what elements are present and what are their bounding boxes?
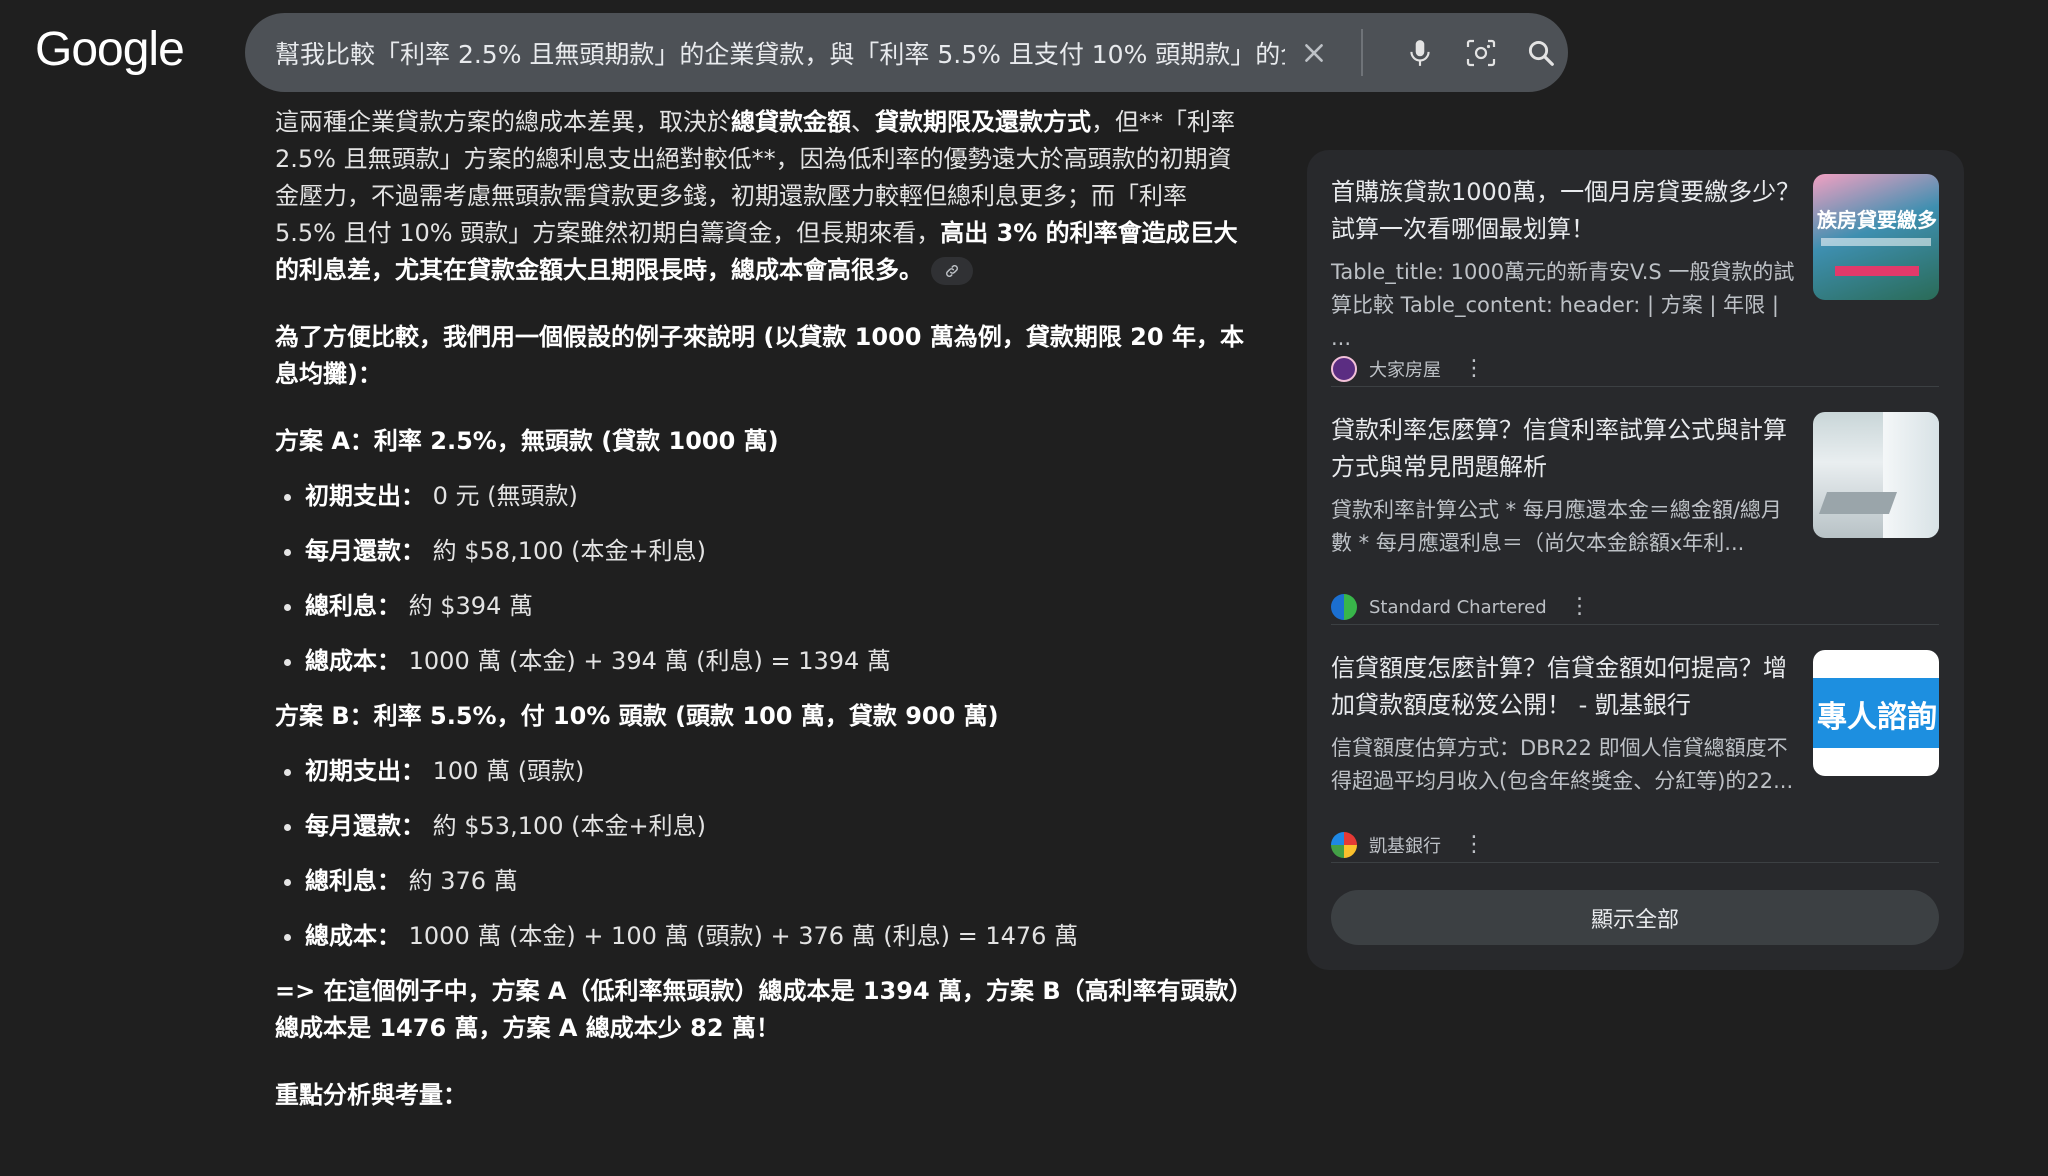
example-heading: 為了方便比較，我們用一個假設的例子來說明 (以貸款 1000 萬為例，貸款期限 … [275, 323, 1244, 388]
item-label: 總成本： [305, 647, 401, 675]
thumbnail-laptop [1818, 492, 1898, 514]
item-value: 約 $394 萬 [401, 592, 533, 620]
ai-overview: 這兩種企業貸款方案的總成本差異，取決於總貸款金額、貸款期限及還款方式，但**「利… [275, 104, 1245, 1114]
thumbnail-caption: 專人諮詢 [1817, 700, 1937, 735]
list-item: 每月還款： 約 $58,100 (本金+利息) [305, 533, 1245, 570]
sources-panel: 首購族貸款1000萬，一個月房貸要繳多少？試算一次看哪個最划算！ Table_t… [1307, 150, 1964, 970]
intro-text: 這兩種企業貸款方案的總成本差異，取決於 [275, 108, 731, 136]
intro-paragraph: 這兩種企業貸款方案的總成本差異，取決於總貸款金額、貸款期限及還款方式，但**「利… [275, 104, 1245, 289]
more-options-icon[interactable]: ⋮ [1463, 834, 1485, 856]
source-card-site[interactable]: 大家房屋 ⋮ [1331, 356, 1485, 382]
thumbnail-caption: 族房貸要繳多 [1817, 208, 1937, 232]
source-card-title[interactable]: 貸款利率怎麼算？信貸利率試算公式與計算方式與常見問題解析 [1331, 412, 1801, 486]
source-card[interactable]: 貸款利率怎麼算？信貸利率試算公式與計算方式與常見問題解析 貸款利率計算公式 * … [1331, 412, 1939, 632]
thumbnail-window [1883, 412, 1939, 538]
list-item: 初期支出： 0 元 (無頭款) [305, 478, 1245, 515]
plan-b-list: 初期支出： 100 萬 (頭款) 每月還款： 約 $53,100 (本金+利息)… [275, 753, 1245, 955]
lens-camera-icon[interactable] [1456, 13, 1506, 92]
item-value: 1000 萬 (本金) + 394 萬 (利息) = 1394 萬 [401, 647, 891, 675]
item-value: 0 元 (無頭款) [425, 482, 578, 510]
thumbnail-line [1821, 238, 1931, 246]
source-card-snippet: 貸款利率計算公式 * 每月應還本金＝總金額/總月數 * 每月應還利息＝（尚欠本金… [1331, 498, 1782, 555]
source-thumbnail[interactable] [1813, 412, 1939, 538]
plan-b-heading: 方案 B：利率 5.5%，付 10% 頭款 (頭款 100 萬，貸款 900 萬… [275, 702, 999, 730]
list-item: 總成本： 1000 萬 (本金) + 100 萬 (頭款) + 376 萬 (利… [305, 918, 1245, 955]
intro-bold: 還款方式 [995, 108, 1091, 136]
microphone-icon[interactable] [1395, 13, 1445, 92]
conclusion-text: => 在這個例子中，方案 A（低利率無頭款）總成本是 1394 萬，方案 B（高… [275, 977, 1241, 1042]
analysis-heading: 重點分析與考量： [275, 1081, 467, 1109]
list-item: 總利息： 約 $394 萬 [305, 588, 1245, 625]
plan-a-heading: 方案 A：利率 2.5%，無頭款 (貸款 1000 萬) [275, 427, 779, 455]
intro-bold: 貸款期限 [875, 108, 971, 136]
source-thumbnail[interactable]: 族房貸要繳多 [1813, 174, 1939, 300]
list-item: 總成本： 1000 萬 (本金) + 394 萬 (利息) = 1394 萬 [305, 643, 1245, 680]
source-card[interactable]: 信貸額度怎麼計算？信貸金額如何提高？增加貸款額度秘笈公開！ - 凱基銀行 信貸額… [1331, 650, 1939, 870]
show-all-button[interactable]: 顯示全部 [1331, 890, 1939, 945]
intro-text: 、 [851, 108, 875, 136]
intro-bold: 總貸款金額 [731, 108, 851, 136]
card-divider [1331, 386, 1939, 387]
item-label: 初期支出： [305, 757, 425, 785]
link-icon [946, 265, 958, 277]
list-item: 每月還款： 約 $53,100 (本金+利息) [305, 808, 1245, 845]
source-card-snippet: 信貸額度估算方式：DBR22 即個人信貸總額度不得超過平均月收入(包含年終獎金、… [1331, 736, 1794, 793]
source-thumbnail[interactable]: 專人諮詢 [1813, 650, 1939, 776]
source-card-site[interactable]: 凱基銀行 ⋮ [1331, 832, 1485, 858]
item-label: 總利息： [305, 867, 401, 895]
source-card-title[interactable]: 首購族貸款1000萬，一個月房貸要繳多少？試算一次看哪個最划算！ [1331, 174, 1801, 248]
site-favicon-icon [1331, 832, 1357, 858]
more-options-icon[interactable]: ⋮ [1463, 358, 1485, 380]
source-card-snippet: Table_title: 1000萬元的新青安V.S 一般貸款的試算比較 Tab… [1331, 260, 1795, 350]
search-bar[interactable]: 幫我比較「利率 2.5% 且無頭期款」的企業貸款，與「利率 5.5% 且支付 1… [245, 13, 1568, 92]
plan-a-list: 初期支出： 0 元 (無頭款) 每月還款： 約 $58,100 (本金+利息) … [275, 478, 1245, 680]
item-value: 約 $53,100 (本金+利息) [425, 812, 706, 840]
thumbnail-bar [1835, 266, 1919, 276]
more-options-icon[interactable]: ⋮ [1569, 596, 1591, 618]
item-label: 總利息： [305, 592, 401, 620]
intro-bold: 及 [971, 108, 995, 136]
source-card[interactable]: 首購族貸款1000萬，一個月房貸要繳多少？試算一次看哪個最划算！ Table_t… [1331, 174, 1939, 394]
item-label: 初期支出： [305, 482, 425, 510]
citation-link-chip[interactable] [931, 257, 973, 285]
google-logo[interactable]: Google [35, 20, 185, 80]
item-label: 總成本： [305, 922, 401, 950]
item-label: 每月還款： [305, 537, 425, 565]
card-divider [1331, 862, 1939, 863]
source-name: 大家房屋 [1369, 360, 1441, 381]
source-name: 凱基銀行 [1369, 836, 1441, 857]
item-value: 100 萬 (頭款) [425, 757, 585, 785]
site-favicon-icon [1331, 594, 1357, 620]
search-icon[interactable] [1516, 13, 1566, 92]
search-divider [1361, 29, 1363, 76]
item-label: 每月還款： [305, 812, 425, 840]
list-item: 初期支出： 100 萬 (頭款) [305, 753, 1245, 790]
source-card-site[interactable]: Standard Chartered ⋮ [1331, 594, 1591, 620]
card-divider [1331, 624, 1939, 625]
source-card-title[interactable]: 信貸額度怎麼計算？信貸金額如何提高？增加貸款額度秘笈公開！ - 凱基銀行 [1331, 650, 1801, 724]
clear-icon[interactable] [1289, 13, 1339, 92]
search-input[interactable]: 幫我比較「利率 2.5% 且無頭期款」的企業貸款，與「利率 5.5% 且支付 1… [275, 35, 1285, 71]
item-value: 約 $58,100 (本金+利息) [425, 537, 706, 565]
item-value: 1000 萬 (本金) + 100 萬 (頭款) + 376 萬 (利息) = … [401, 922, 1079, 950]
item-value: 約 376 萬 [401, 867, 518, 895]
list-item: 總利息： 約 376 萬 [305, 863, 1245, 900]
site-favicon-icon [1331, 356, 1357, 382]
source-name: Standard Chartered [1369, 596, 1547, 618]
